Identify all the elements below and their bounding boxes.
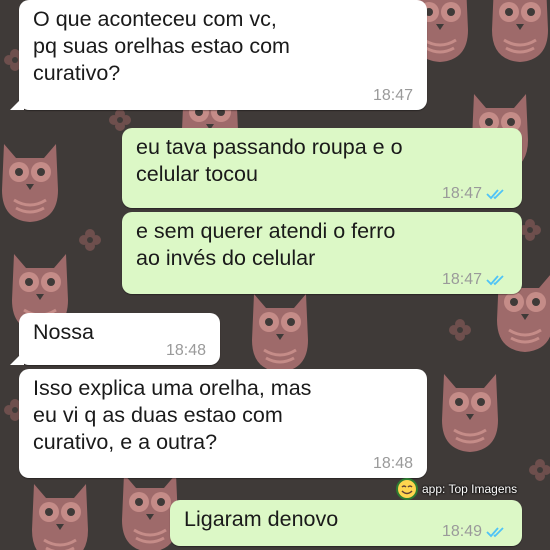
owl-decoration — [30, 482, 90, 550]
owl-decoration — [250, 292, 310, 374]
message-timestamp: 18:47 — [372, 87, 413, 104]
double-check-read-icon — [486, 275, 504, 286]
bubble-tail — [10, 351, 24, 365]
message-timestamp: 18:48 — [165, 342, 206, 359]
watermark-text: app: Top Imagens — [422, 482, 518, 496]
message-timestamp: 18:49 — [441, 523, 482, 540]
app-watermark: app: Top Imagens — [396, 478, 517, 500]
owl-decoration — [440, 372, 500, 454]
owl-decoration — [0, 142, 60, 224]
bubble-tail — [10, 96, 24, 110]
flower-decoration — [519, 219, 541, 241]
message-text: O que aconteceu com vc, pq suas orelhas … — [33, 7, 290, 85]
double-check-read-icon — [486, 189, 504, 200]
message-text: e sem querer atendi o ferro ao invés do … — [136, 219, 396, 270]
owl-decoration — [490, 0, 550, 64]
flower-decoration — [529, 459, 550, 481]
message-text: eu tava passando roupa e o celular tocou — [136, 135, 403, 186]
message-bubble-incoming[interactable]: O que aconteceu com vc, pq suas orelhas … — [10, 0, 427, 110]
message-bubble-outgoing[interactable]: e sem querer atendi o ferro ao invés do … — [122, 212, 522, 294]
double-check-read-icon — [486, 527, 504, 538]
flower-decoration — [79, 229, 101, 251]
message-bubble-outgoing[interactable]: Ligaram denovo 18:49 — [170, 500, 522, 546]
flower-decoration — [449, 319, 471, 341]
message-bubble-outgoing[interactable]: eu tava passando roupa e o celular tocou… — [122, 128, 522, 208]
smiley-icon — [396, 478, 418, 500]
message-timestamp: 18:47 — [441, 271, 482, 288]
message-bubble-incoming[interactable]: Nossa 18:48 — [10, 313, 220, 365]
message-bubble-incoming[interactable]: Isso explica uma orelha, mas eu vi q as … — [19, 369, 427, 478]
message-timestamp: 18:48 — [372, 455, 413, 472]
message-text: Isso explica uma orelha, mas eu vi q as … — [33, 376, 312, 454]
message-timestamp: 18:47 — [441, 185, 482, 202]
